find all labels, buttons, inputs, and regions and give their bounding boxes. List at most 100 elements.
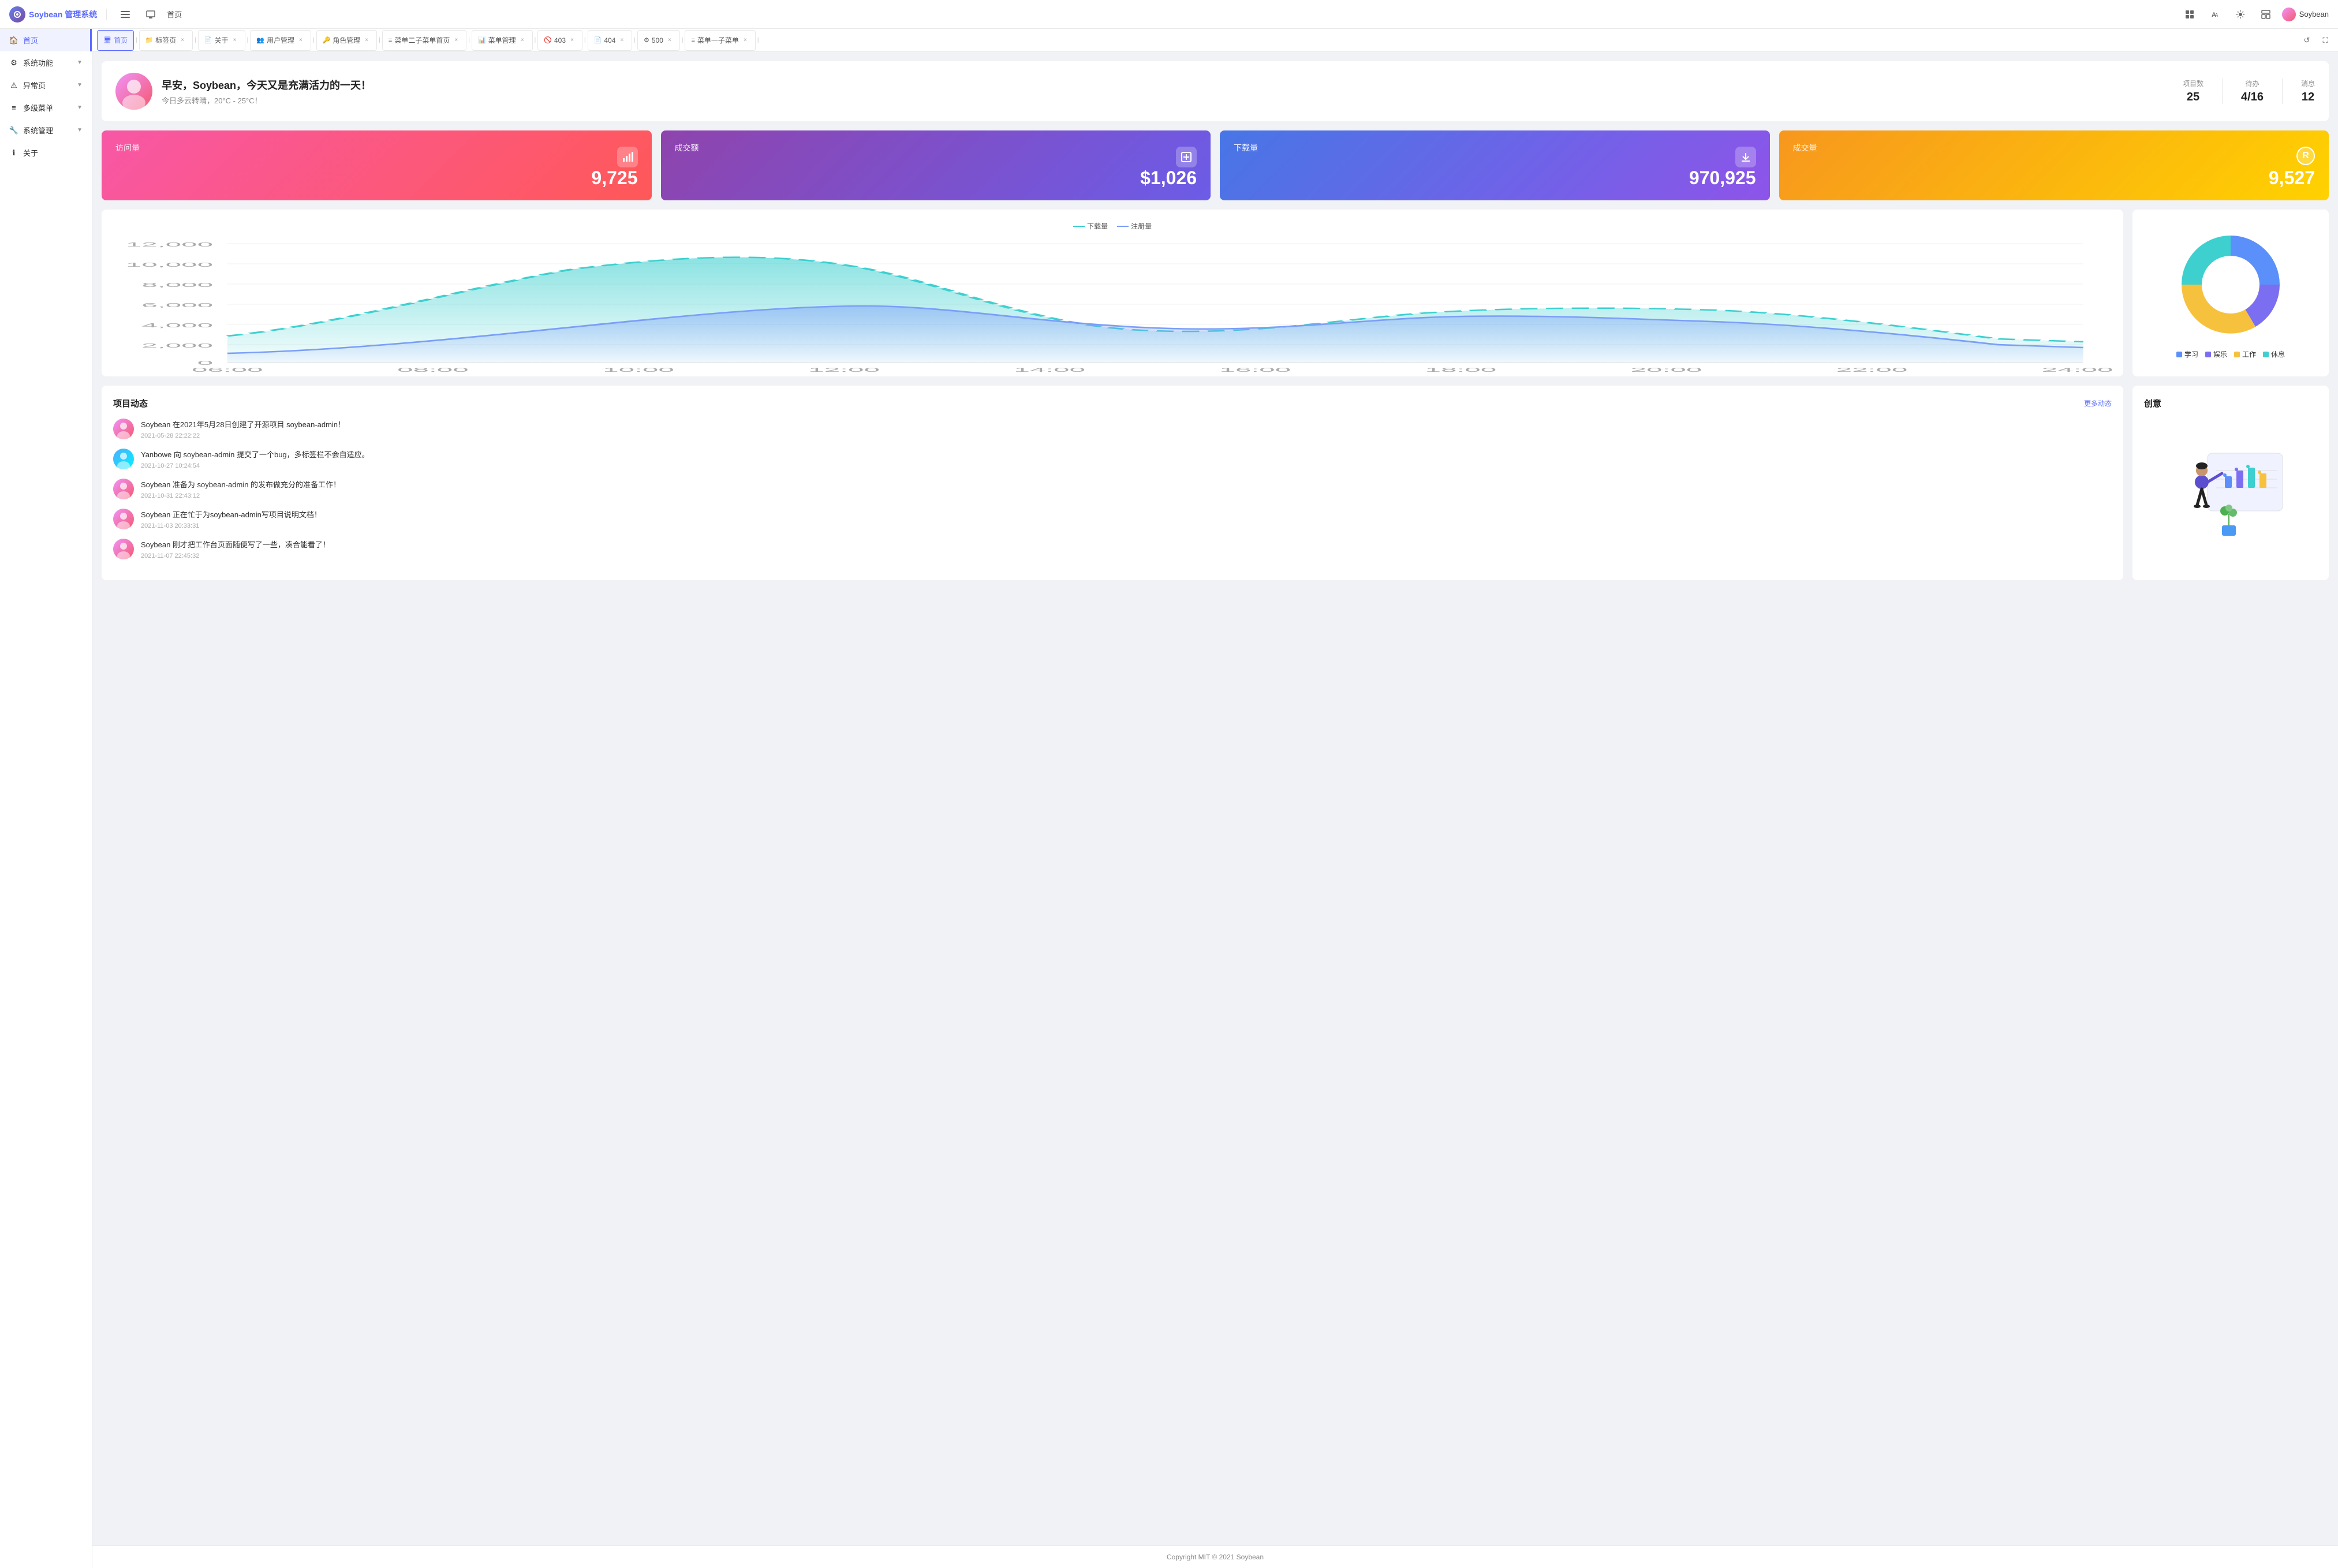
tab-submenu[interactable]: ≡ 菜单二子菜单首页 × (382, 30, 466, 51)
tab-403-close[interactable]: × (568, 36, 576, 44)
user-menu[interactable]: Soybean (2282, 8, 2329, 21)
sidebar-item-exception[interactable]: ⚠ 异常页 ▼ (0, 74, 92, 96)
chevron-down-icon-4: ▼ (77, 127, 83, 133)
tab-submenu1-close[interactable]: × (741, 36, 749, 44)
svg-text:10,000: 10,000 (126, 262, 213, 268)
svg-text:08:00: 08:00 (397, 367, 469, 373)
sidebar-about-label: 关于 (23, 147, 38, 158)
metric-revenue-value: 9,527 (1793, 167, 2315, 189)
sidebar-item-home[interactable]: 🏠 首页 (0, 29, 92, 51)
tab-about-label: 关于 (215, 35, 229, 45)
tab-submenu1-label: 菜单一子菜单 (697, 35, 739, 45)
activity-content-4: Soybean 正在忙于为soybean-admin写项目说明文档！ 2021-… (141, 509, 322, 529)
line-chart: 12,000 10,000 8,000 6,000 4,000 2,000 0 (113, 238, 2112, 365)
metric-downloads-icon (1735, 147, 1756, 167)
tab-403-icon: 🚫 (544, 36, 552, 44)
activity-content-3: Soybean 准备为 soybean-admin 的发布做充分的准备工作！ 2… (141, 479, 341, 499)
activity-card: 项目动态 更多动态 Soybean 在2021年5月28日创建了开源项目 soy… (102, 386, 2123, 580)
tab-403-label: 403 (554, 36, 566, 44)
sidebar-item-multimenu[interactable]: ≡ 多级菜单 ▼ (0, 96, 92, 119)
sidebar-item-about-left: ℹ 关于 (9, 147, 38, 158)
screen-icon[interactable] (141, 5, 160, 24)
tab-bar: 🖥 首页 | 📁 标签页 × | 📄 关于 × | 👥 (92, 29, 2338, 52)
activity-text-4: Soybean 正在忙于为soybean-admin写项目说明文档！ (141, 509, 322, 520)
tab-about[interactable]: 📄 关于 × (198, 30, 245, 51)
tab-403[interactable]: 🚫 403 × (537, 30, 582, 51)
donut-legend: 学习 娱乐 工作 休息 (2176, 349, 2285, 359)
creative-card: 创意 (2132, 386, 2329, 580)
tab-submenu1[interactable]: ≡ 菜单一子菜单 × (685, 30, 755, 51)
refresh-button[interactable]: ↺ (2299, 32, 2315, 48)
svg-text:10:00: 10:00 (603, 367, 674, 373)
metric-downloads-label: 下载量 (1234, 142, 1258, 154)
donut-dot-entertainment (2205, 352, 2211, 357)
activity-avatar-1 (113, 419, 134, 439)
tab-home[interactable]: 🖥 首页 (97, 30, 134, 51)
menu-toggle-button[interactable] (116, 5, 135, 24)
welcome-greeting: 早安，Soybean，今天又是充满活力的一天！ (162, 77, 371, 92)
tab-500[interactable]: ⚙ 500 × (637, 30, 680, 51)
about-icon: ℹ (9, 148, 18, 158)
activity-content-2: Yanbowe 向 soybean-admin 提交了一个bug，多标签栏不会自… (141, 449, 369, 469)
svg-text:12:00: 12:00 (808, 367, 880, 373)
tab-biaoqian-close[interactable]: × (178, 36, 186, 44)
more-activity-link[interactable]: 更多动态 (2084, 398, 2112, 408)
tab-rolemanage-label: 角色管理 (333, 35, 360, 45)
tab-404-close[interactable]: × (618, 36, 626, 44)
main-area: 🏠 首页 ⚙ 系统功能 ▼ ⚠ 异常页 ▼ ≡ (0, 29, 2338, 1568)
stat-messages-label: 消息 (2301, 79, 2315, 88)
tab-biaoqian[interactable]: 📁 标签页 × (139, 30, 193, 51)
sun-icon[interactable] (2231, 5, 2250, 24)
sidebar-item-exception-left: ⚠ 异常页 (9, 80, 46, 91)
grid-icon[interactable] (2180, 5, 2199, 24)
tab-rolemanage[interactable]: 🔑 角色管理 × (316, 30, 378, 51)
sidebar-item-home-left: 🏠 首页 (9, 35, 38, 46)
metric-card-transactions: 成交额 $1,026 (661, 130, 1211, 200)
welcome-card: 早安，Soybean，今天又是充满活力的一天！ 今日多云转晴，20°C - 25… (102, 61, 2329, 121)
svg-text:18:00: 18:00 (1425, 367, 1497, 373)
tab-404[interactable]: 📄 404 × (588, 30, 633, 51)
tab-menumanage-close[interactable]: × (518, 36, 526, 44)
tab-submenu-close[interactable]: × (452, 36, 460, 44)
tab-rolemanage-close[interactable]: × (363, 36, 371, 44)
svg-text:16:00: 16:00 (1219, 367, 1291, 373)
tab-home-label: 首页 (114, 35, 128, 45)
activity-item-5: Soybean 刚才把工作台页面随便写了一些，凑合能看了！ 2021-11-07… (113, 539, 2112, 559)
activity-text-1: Soybean 在2021年5月28日创建了开源项目 soybean-admin… (141, 419, 345, 430)
tab-biaoqian-label: 标签页 (155, 35, 176, 45)
activity-avatar-4 (113, 509, 134, 529)
logo[interactable]: Soybean 管理系统 (9, 6, 97, 23)
sidebar-item-about[interactable]: ℹ 关于 (0, 141, 92, 164)
activity-item-3: Soybean 准备为 soybean-admin 的发布做充分的准备工作！ 2… (113, 479, 2112, 499)
activity-time-2: 2021-10-27 10:24:54 (141, 462, 200, 469)
stat-divider-2 (2282, 79, 2283, 104)
tab-usermanage-close[interactable]: × (297, 36, 305, 44)
metric-card-downloads: 下载量 970,925 (1220, 130, 1770, 200)
stat-projects: 项目数 25 (2183, 79, 2203, 104)
tab-about-close[interactable]: × (231, 36, 239, 44)
tab-about-icon: 📄 (204, 36, 212, 44)
tab-usermanage[interactable]: 👥 用户管理 × (250, 30, 311, 51)
activity-item-1: Soybean 在2021年5月28日创建了开源项目 soybean-admin… (113, 419, 2112, 439)
multimenu-icon: ≡ (9, 103, 18, 113)
fullscreen-button[interactable]: ⛶ (2317, 32, 2333, 48)
translate-icon[interactable]: A A (2206, 5, 2224, 24)
metric-card-revenue: 成交量 R 9,527 (1779, 130, 2329, 200)
top-bar: Soybean 管理系统 首页 (0, 0, 2338, 29)
stat-projects-label: 项目数 (2183, 79, 2203, 88)
layout-icon[interactable] (2257, 5, 2275, 24)
metric-card-visits: 访问量 9,725 (102, 130, 652, 200)
tab-500-close[interactable]: × (666, 36, 674, 44)
legend-registrations-label: 注册量 (1131, 221, 1152, 231)
svg-text:22:00: 22:00 (1836, 367, 1908, 373)
tab-sep-5: | (378, 37, 381, 43)
activity-text-5: Soybean 刚才把工作台页面随便写了一些，凑合能看了！ (141, 539, 330, 550)
donut-label-work: 工作 (2242, 349, 2256, 359)
tab-menumanage[interactable]: 📊 菜单管理 × (472, 30, 533, 51)
sidebar-item-sysmanage[interactable]: 🔧 系统管理 ▼ (0, 119, 92, 141)
tab-refresh-area: ↺ ⛶ (2294, 32, 2333, 48)
svg-text:24:00: 24:00 (2042, 367, 2112, 373)
sidebar-item-system[interactable]: ⚙ 系统功能 ▼ (0, 51, 92, 74)
activity-content-5: Soybean 刚才把工作台页面随便写了一些，凑合能看了！ 2021-11-07… (141, 539, 330, 559)
stat-messages: 消息 12 (2301, 79, 2315, 104)
